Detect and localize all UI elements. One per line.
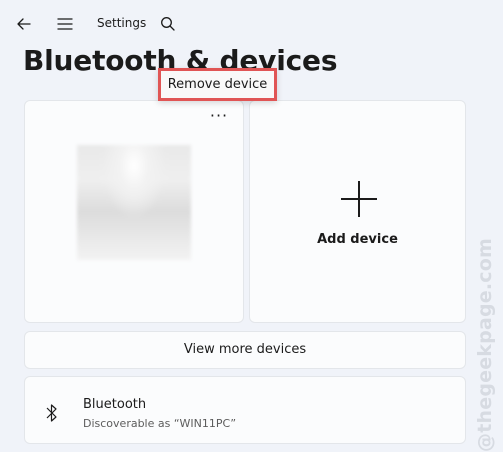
add-device-label: Add device <box>317 232 398 247</box>
remove-device-menu-item[interactable]: Remove device <box>161 71 274 98</box>
add-device-tile[interactable]: Add device <box>249 100 466 323</box>
bluetooth-row[interactable]: Bluetooth Discoverable as “WIN11PC” <box>24 376 466 444</box>
back-arrow-icon[interactable] <box>14 14 34 34</box>
bluetooth-subtitle: Discoverable as “WIN11PC” <box>83 417 237 430</box>
view-more-devices-button[interactable]: View more devices <box>24 331 466 369</box>
watermark-text: @thegeekpage.com <box>474 238 496 452</box>
device-tile[interactable]: ··· <box>24 100 244 323</box>
search-icon[interactable] <box>158 14 178 34</box>
plus-icon <box>339 179 379 219</box>
more-options-icon[interactable]: ··· <box>208 108 230 129</box>
device-image <box>77 145 191 260</box>
watermark: @thegeekpage.com <box>474 238 496 452</box>
title-bar: Settings <box>0 0 503 48</box>
app-title: Settings <box>97 16 147 30</box>
bluetooth-icon <box>45 403 59 423</box>
context-menu: Remove device <box>158 68 277 101</box>
hamburger-menu-icon[interactable] <box>55 14 75 34</box>
bluetooth-title: Bluetooth <box>83 397 147 412</box>
